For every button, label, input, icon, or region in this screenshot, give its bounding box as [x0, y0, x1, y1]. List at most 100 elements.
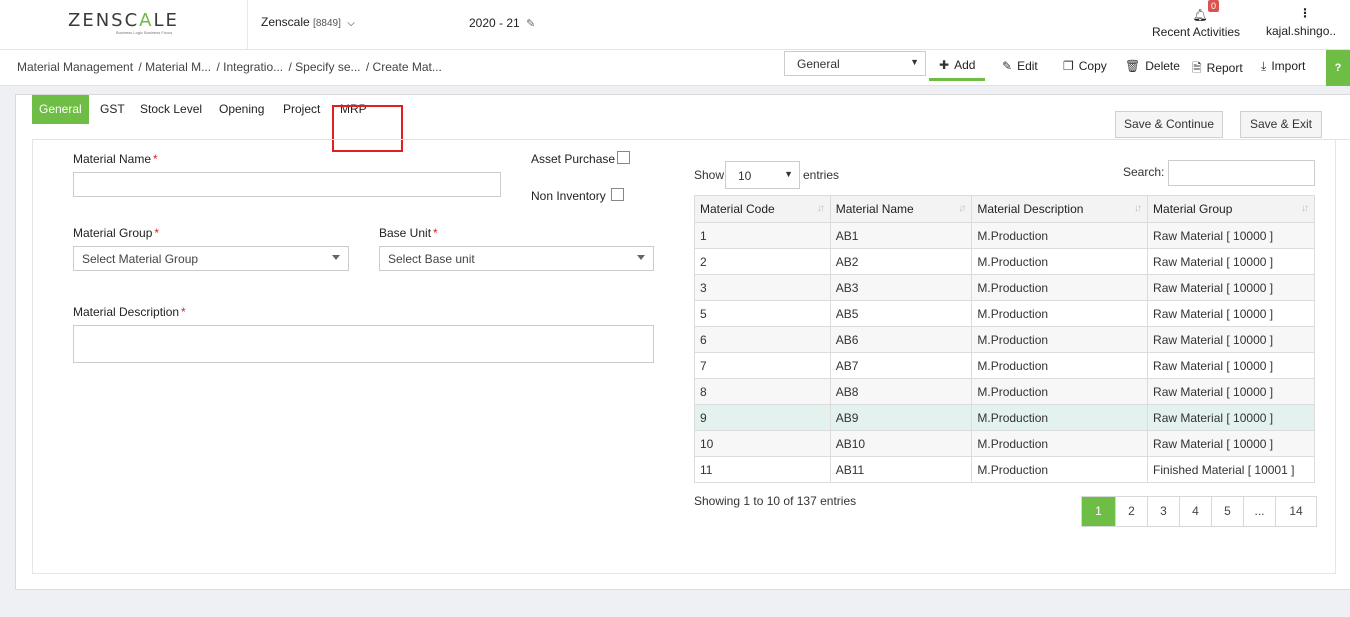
table-row[interactable]: 1 AB1 M.Production Raw Material [ 10000 ] — [694, 222, 1315, 249]
tab-gst[interactable]: GST — [100, 95, 125, 124]
mode-dropdown[interactable]: General ▼ — [784, 51, 926, 76]
tab-general[interactable]: General — [32, 95, 89, 124]
delete-button[interactable]: 🗑︎ Delete — [1125, 59, 1180, 73]
caret-down-icon: ▼ — [910, 57, 919, 67]
file-icon: 🗎︎ — [1192, 61, 1202, 75]
breadcrumb-item[interactable]: / Integratio... — [216, 60, 283, 74]
asset-purchase-checkbox[interactable] — [617, 151, 630, 164]
page-length-select[interactable]: 10 ▼ — [725, 161, 800, 189]
table-cell: Finished Material [ 10001 ] — [1147, 456, 1315, 483]
column-header-material-code[interactable]: Material Code ↓↑ — [694, 195, 831, 223]
add-button[interactable]: ✚ Add — [929, 58, 986, 81]
breadcrumb-item[interactable]: Material Management — [17, 60, 133, 74]
non-inventory-label: Non Inventory — [531, 189, 606, 203]
table-cell: Raw Material [ 10000 ] — [1147, 378, 1315, 405]
table-row[interactable]: 7 AB7 M.Production Raw Material [ 10000 ] — [694, 352, 1315, 379]
table-row[interactable]: 9 AB9 M.Production Raw Material [ 10000 ] — [694, 404, 1315, 431]
report-button[interactable]: 🗎︎ Report — [1192, 59, 1243, 80]
table-body: 1 AB1 M.Production Raw Material [ 10000 ] 2 A… — [694, 222, 1315, 483]
material-description-label: Material Description * — [73, 305, 186, 319]
add-label: Add — [954, 58, 976, 72]
search-input[interactable] — [1168, 160, 1315, 186]
material-group-select[interactable]: Select Material Group — [73, 246, 349, 271]
copy-icon: ❐ — [1063, 59, 1074, 73]
edit-label: Edit — [1017, 59, 1038, 73]
page-button[interactable]: 2 — [1116, 497, 1148, 526]
table-cell: 1 — [694, 222, 831, 249]
table-info: Showing 1 to 10 of 137 entries — [694, 494, 857, 508]
entries-label: entries — [803, 168, 840, 182]
table-row[interactable]: 10 AB10 M.Production Raw Material [ 10000 ] — [694, 430, 1315, 457]
table-row[interactable]: 8 AB8 M.Production Raw Material [ 10000 ] — [694, 378, 1315, 405]
recent-activities-label: Recent Activities — [1152, 25, 1241, 39]
column-header-material-name[interactable]: Material Name ↓↑ — [829, 195, 973, 223]
trash-icon: 🗑︎ — [1125, 59, 1141, 73]
page-button[interactable]: 4 — [1180, 497, 1212, 526]
breadcrumb-item[interactable]: / Specify se... — [288, 60, 360, 74]
bell-icon: 🔔︎ — [1192, 8, 1208, 22]
table-cell: AB2 — [829, 248, 973, 275]
table-row[interactable]: 5 AB5 M.Production Raw Material [ 10000 ] — [694, 300, 1315, 327]
save-continue-button[interactable]: Save & Continue — [1115, 111, 1223, 138]
edit-button[interactable]: ✎ Edit — [1002, 59, 1038, 73]
table-row[interactable]: 2 AB2 M.Production Raw Material [ 10000 ] — [694, 248, 1315, 275]
zenscale-logo[interactable]: ZENSCALE Business Logic Business Focus — [0, 0, 248, 50]
column-header-material-group[interactable]: Material Group ↓↑ — [1147, 195, 1315, 223]
company-code: [8849] — [313, 18, 341, 29]
table-cell: AB9 — [829, 404, 973, 431]
table-cell: Raw Material [ 10000 ] — [1147, 404, 1315, 431]
user-name: kajal.shingo.. — [1266, 24, 1337, 38]
plus-icon: ✚ — [939, 58, 950, 72]
tab-stock-level[interactable]: Stock Level — [140, 95, 202, 124]
material-group-label: Material Group * — [73, 226, 160, 240]
table-cell: M.Production — [971, 326, 1149, 353]
breadcrumb-item[interactable]: / Material M... — [138, 60, 211, 74]
table-cell: M.Production — [971, 430, 1149, 457]
table-row[interactable]: 6 AB6 M.Production Raw Material [ 10000 ] — [694, 326, 1315, 353]
page-button[interactable]: 14 — [1276, 497, 1316, 526]
table-cell: Raw Material [ 10000 ] — [1147, 222, 1315, 249]
table-cell: 8 — [694, 378, 831, 405]
import-label: Import — [1271, 59, 1306, 73]
page-length-value: 10 — [738, 169, 752, 183]
save-exit-button[interactable]: Save & Exit — [1240, 111, 1322, 138]
sort-icon: ↓↑ — [816, 203, 825, 214]
table-cell: Raw Material [ 10000 ] — [1147, 326, 1315, 353]
user-menu[interactable]: ⋮ kajal.shingo.. — [1266, 4, 1344, 38]
page-button[interactable]: 5 — [1212, 497, 1244, 526]
table-row[interactable]: 3 AB3 M.Production Raw Material [ 10000 ] — [694, 274, 1315, 301]
caret-down-icon: ▼ — [784, 169, 793, 179]
copy-button[interactable]: ❐ Copy — [1063, 59, 1107, 73]
table-cell: 11 — [694, 456, 831, 483]
download-icon: ⤓ — [1261, 59, 1267, 73]
material-description-input[interactable] — [73, 325, 654, 363]
non-inventory-checkbox[interactable] — [611, 188, 624, 201]
tab-opening[interactable]: Opening — [219, 95, 264, 124]
page-button[interactable]: ... — [1244, 497, 1276, 526]
table-row[interactable]: 11 AB11 M.Production Finished Material [ 10… — [694, 456, 1315, 483]
table-header-row: Material Code ↓↑ Material Name ↓↑ Material… — [694, 195, 1315, 223]
base-unit-select[interactable]: Select Base unit — [379, 246, 654, 271]
table-cell: M.Production — [971, 456, 1149, 483]
company-selector[interactable]: Zenscale [8849] ⌵ — [261, 15, 355, 29]
form-body: Material Name * Asset Purchase Non Invent… — [32, 139, 1336, 574]
edit-icon: ✎ — [526, 18, 536, 30]
material-group-placeholder: Select Material Group — [82, 252, 199, 266]
table-cell: Raw Material [ 10000 ] — [1147, 274, 1315, 301]
help-icon[interactable]: ? — [1326, 50, 1350, 86]
column-header-material-description[interactable]: Material Description ↓↑ — [971, 195, 1149, 223]
page-button[interactable]: 1 — [1082, 497, 1116, 526]
chevron-down-icon: ⌵ — [347, 18, 355, 29]
table-cell: M.Production — [971, 300, 1149, 327]
asset-purchase-label: Asset Purchase — [531, 152, 616, 166]
recent-activities-button[interactable]: 🔔︎ 0 Recent Activities — [1152, 0, 1248, 39]
tab-project[interactable]: Project — [283, 95, 320, 124]
table-cell: M.Production — [971, 378, 1149, 405]
import-button[interactable]: ⤓ Import — [1261, 59, 1305, 74]
table-cell: 2 — [694, 248, 831, 275]
delete-label: Delete — [1145, 59, 1180, 73]
caret-down-icon — [637, 255, 645, 260]
page-button[interactable]: 3 — [1148, 497, 1180, 526]
fiscal-year-selector[interactable]: 2020 - 21 ✎ — [469, 16, 535, 30]
material-name-input[interactable] — [73, 172, 501, 197]
